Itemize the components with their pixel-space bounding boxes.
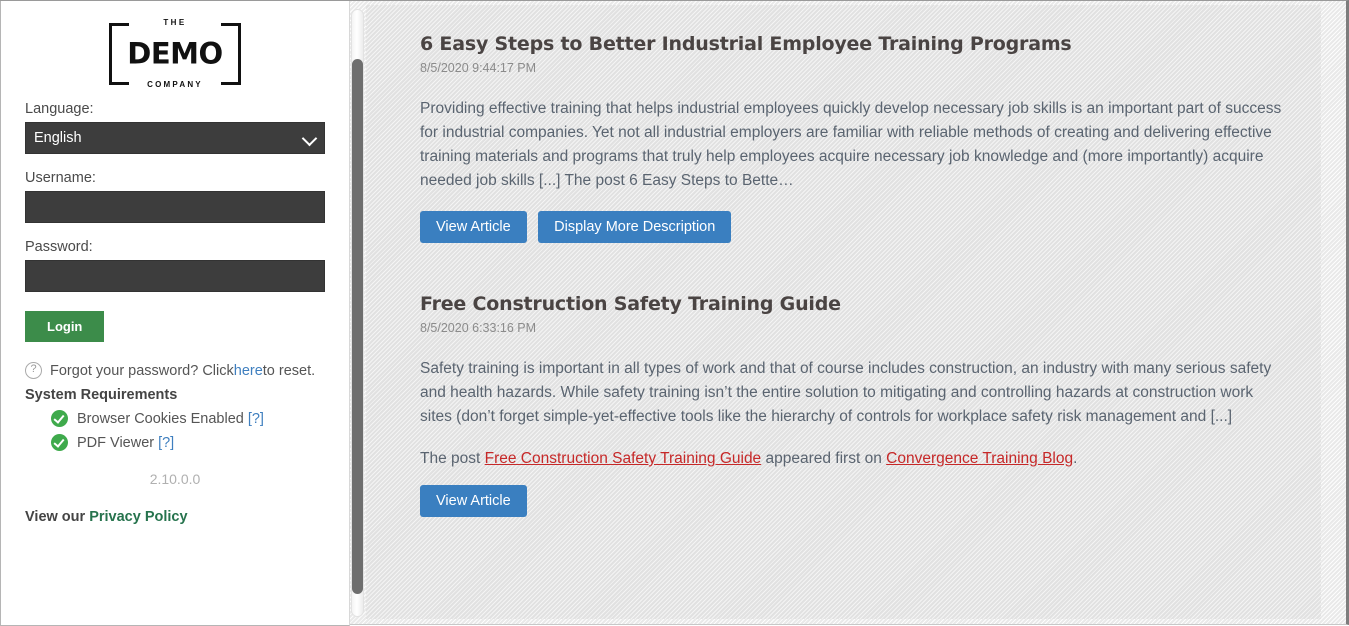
check-circle-icon <box>51 434 68 451</box>
article-date: 8/5/2020 6:33:16 PM <box>420 321 537 335</box>
logo-top-text: THE <box>163 18 187 27</box>
article-body: Providing effective training that helps … <box>420 100 1282 189</box>
attribution-middle: appeared first on <box>761 450 887 467</box>
login-button[interactable]: Login <box>25 311 105 342</box>
language-select[interactable]: English <box>25 122 325 154</box>
article-separator <box>420 273 1285 293</box>
language-select-wrapper: English <box>25 122 325 154</box>
language-label: Language: <box>25 101 94 117</box>
article-body: Safety training is important in all type… <box>420 360 1272 425</box>
check-circle-icon <box>51 410 68 427</box>
article-date: 8/5/2020 9:44:17 PM <box>420 61 537 75</box>
logo-main-text: DEMO <box>127 36 223 71</box>
attribution-suffix: . <box>1073 450 1078 467</box>
news-feed-panel: 6 Easy Steps to Better Industrial Employ… <box>366 5 1321 619</box>
login-panel: THE DEMO COMPANY Language: English Usern… <box>0 1 350 626</box>
view-article-button[interactable]: View Article <box>420 485 527 517</box>
forgot-password-suffix: to reset. <box>262 362 316 379</box>
password-label: Password: <box>25 239 93 255</box>
vertical-scrollbar[interactable] <box>351 9 364 617</box>
requirement-item-cookies: Browser Cookies Enabled [?] <box>51 410 325 427</box>
reset-password-link[interactable]: here <box>234 363 263 379</box>
scrollbar-thumb[interactable] <box>352 59 363 594</box>
requirement-item-pdf: PDF Viewer [?] <box>51 434 325 451</box>
system-requirements-heading: System Requirements <box>25 387 178 403</box>
article-attribution: The post Free Construction Safety Traini… <box>420 447 1285 471</box>
privacy-policy-link[interactable]: Privacy Policy <box>89 509 187 525</box>
attribution-prefix: The post <box>420 450 485 467</box>
requirement-label: Browser Cookies Enabled <box>77 410 244 427</box>
article-title: 6 Easy Steps to Better Industrial Employ… <box>420 33 1072 55</box>
application-window: THE DEMO COMPANY Language: English Usern… <box>0 0 1349 626</box>
article-button-row: View Article <box>420 485 1285 517</box>
article-source-link[interactable]: Free Construction Safety Training Guide <box>485 450 762 467</box>
article-button-row: View Article Display More Description <box>420 211 1285 243</box>
version-number: 2.10.0.0 <box>149 471 201 487</box>
article-item: Free Construction Safety Training Guide … <box>420 293 1285 517</box>
privacy-policy-row: View our Privacy Policy <box>25 509 325 525</box>
password-input[interactable] <box>25 260 325 292</box>
article-title: Free Construction Safety Training Guide <box>420 293 841 315</box>
requirement-help-link[interactable]: [?] <box>248 411 264 427</box>
company-logo: THE DEMO COMPANY <box>109 19 241 89</box>
view-article-button[interactable]: View Article <box>420 211 527 243</box>
forgot-password-prefix: Forgot your password? Click <box>50 362 234 379</box>
logo-bottom-text: COMPANY <box>147 80 203 89</box>
blog-source-link[interactable]: Convergence Training Blog <box>886 450 1073 467</box>
article-item: 6 Easy Steps to Better Industrial Employ… <box>420 33 1285 243</box>
privacy-prefix: View our <box>25 509 90 525</box>
question-mark-icon: ? <box>25 362 42 379</box>
requirement-label: PDF Viewer <box>77 434 155 451</box>
requirement-help-link[interactable]: [?] <box>158 435 174 451</box>
forgot-password-row: ? Forgot your password? Click here to re… <box>25 362 325 379</box>
display-more-description-button[interactable]: Display More Description <box>538 211 732 243</box>
username-label: Username: <box>25 170 96 186</box>
username-input[interactable] <box>25 191 325 223</box>
